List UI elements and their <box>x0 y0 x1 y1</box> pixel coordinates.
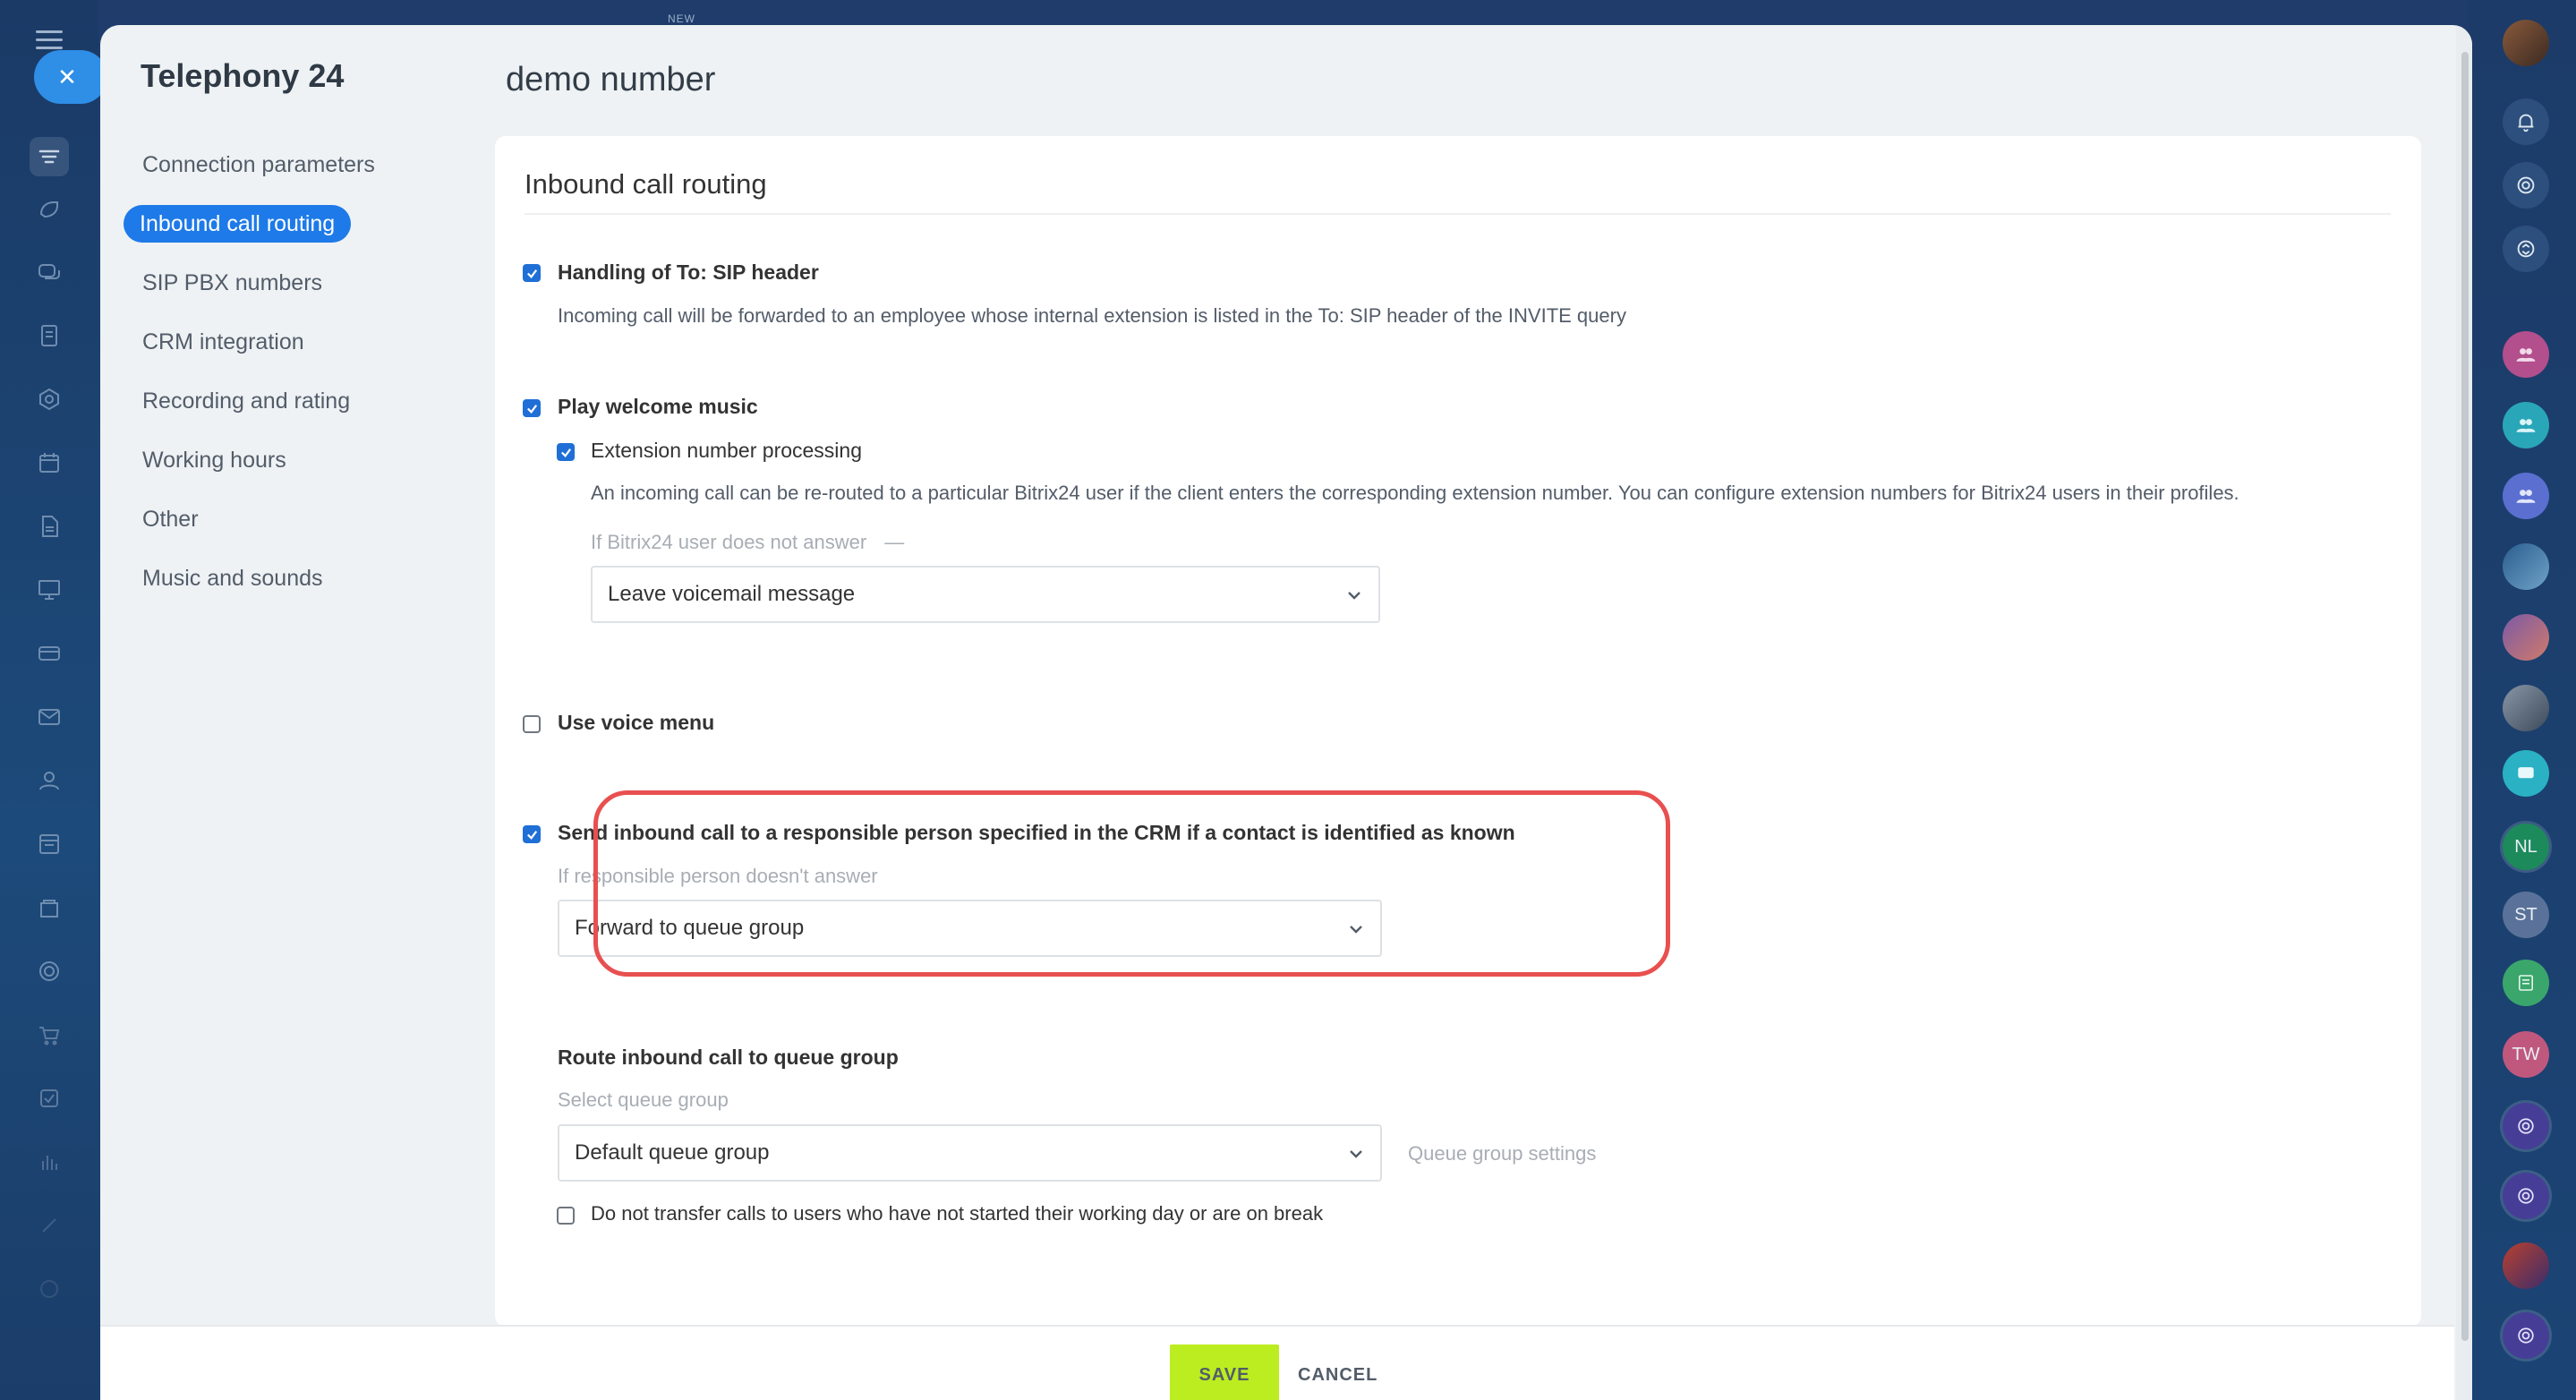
save-button[interactable]: SAVE <box>1170 1345 1279 1400</box>
left-navigation-rail: ✕ <box>0 0 107 1400</box>
menu-item-sip-pbx-numbers[interactable]: SIP PBX numbers <box>142 265 322 301</box>
channel-avatar[interactable] <box>2503 1103 2549 1149</box>
no-answer-dash: — <box>884 531 905 553</box>
welcome-music-label: Play welcome music <box>558 395 758 418</box>
photo-avatar[interactable] <box>2503 614 2549 661</box>
no-answer-select[interactable]: Leave voicemail message <box>591 566 1380 623</box>
card-divider <box>525 213 2391 215</box>
card-title: Inbound call routing <box>525 168 767 200</box>
analytics-icon[interactable] <box>30 1142 69 1182</box>
open-channels-icon[interactable] <box>2503 226 2549 272</box>
cart-icon[interactable] <box>30 1015 69 1054</box>
no-answer-select-value: Leave voicemail message <box>608 582 856 606</box>
menu-item-recording-and-rating[interactable]: Recording and rating <box>142 383 350 419</box>
queue-group-settings-link[interactable]: Queue group settings <box>1408 1142 1596 1165</box>
panel-title: Telephony 24 <box>141 57 345 94</box>
store-icon[interactable] <box>30 888 69 927</box>
close-slider-button[interactable]: ✕ <box>34 50 107 104</box>
new-tag: NEW <box>668 13 695 25</box>
chat-bubble-avatar[interactable] <box>2503 750 2549 797</box>
extension-processing-checkbox[interactable] <box>557 443 575 461</box>
chevron-down-icon <box>1350 1150 1362 1158</box>
queue-group-select[interactable]: Default queue group <box>558 1124 1382 1182</box>
sheet-avatar[interactable] <box>2503 960 2549 1006</box>
crm-responsible-checkbox[interactable] <box>523 825 541 843</box>
channel-avatar[interactable] <box>2503 1312 2549 1359</box>
sip-header-description: Incoming call will be forwarded to an em… <box>558 304 1626 327</box>
notifications-bell-icon[interactable] <box>2503 98 2549 145</box>
tasks-icon[interactable] <box>30 316 69 355</box>
footer-bar: SAVE CANCEL <box>100 1325 2454 1400</box>
menu-item-music-and-sounds[interactable]: Music and sounds <box>142 560 323 596</box>
queue-group-heading: Route inbound call to queue group <box>558 1046 899 1069</box>
menu-item-working-hours[interactable]: Working hours <box>142 442 286 478</box>
menu-item-other[interactable]: Other <box>142 501 199 537</box>
page-title: demo number <box>506 61 716 98</box>
menu-item-crm-integration[interactable]: CRM integration <box>142 324 304 360</box>
target-icon[interactable] <box>30 952 69 991</box>
checkbox-icon[interactable] <box>30 1079 69 1118</box>
annotation-highlight <box>593 790 1670 977</box>
skip-offline-users-checkbox[interactable] <box>557 1207 575 1225</box>
feed-icon[interactable] <box>30 190 69 229</box>
scrollbar[interactable] <box>2456 25 2472 1400</box>
chevron-down-icon <box>1348 592 1361 600</box>
photo-avatar[interactable] <box>2503 543 2549 590</box>
group-chat-avatar[interactable] <box>2503 402 2549 448</box>
crm-icon[interactable] <box>30 380 69 419</box>
telephony-icon[interactable] <box>2503 162 2549 209</box>
channel-avatar[interactable] <box>2503 1173 2549 1219</box>
telephony-settings-panel: Telephony 24 demo number Connection para… <box>100 25 2472 1400</box>
cancel-button[interactable]: CANCEL <box>1298 1345 1378 1400</box>
extension-processing-description: An incoming call can be re-routed to a p… <box>591 482 2239 504</box>
sip-header-checkbox[interactable] <box>523 264 541 282</box>
settings-icon[interactable] <box>30 1269 69 1309</box>
initials-avatar-st[interactable]: ST <box>2503 892 2549 938</box>
group-chat-avatar[interactable] <box>2503 331 2549 378</box>
skip-offline-users-label: Do not transfer calls to users who have … <box>591 1202 1324 1225</box>
presentation-icon[interactable] <box>30 570 69 610</box>
sites-icon[interactable] <box>30 824 69 864</box>
calendar-icon[interactable] <box>30 443 69 482</box>
settings-card: Inbound call routing Handling of To: SIP… <box>495 136 2421 1327</box>
menu-item-connection-parameters[interactable]: Connection parameters <box>142 147 375 183</box>
voice-menu-checkbox[interactable] <box>523 715 541 733</box>
initials-avatar-tw[interactable]: TW <box>2503 1031 2549 1078</box>
welcome-music-checkbox[interactable] <box>523 399 541 417</box>
voice-menu-label: Use voice menu <box>558 711 715 734</box>
group-chat-avatar[interactable] <box>2503 473 2549 519</box>
documents-icon[interactable] <box>30 507 69 546</box>
photo-avatar[interactable] <box>2503 685 2549 731</box>
queue-group-hint: Select queue group <box>558 1088 729 1111</box>
queue-group-select-value: Default queue group <box>575 1140 770 1165</box>
menu-burger-icon[interactable] <box>36 30 63 50</box>
employees-icon[interactable] <box>30 761 69 800</box>
chat-icon[interactable] <box>30 253 69 293</box>
photo-avatar[interactable] <box>2503 1242 2549 1289</box>
scrollbar-thumb[interactable] <box>2461 52 2469 1341</box>
mail-icon[interactable] <box>30 697 69 737</box>
menu-item-inbound-call-routing[interactable]: Inbound call routing <box>124 205 352 243</box>
filter-icon[interactable] <box>30 137 69 176</box>
no-answer-hint-text: If Bitrix24 user does not answer <box>591 531 867 553</box>
card-icon[interactable] <box>30 634 69 673</box>
extension-processing-label: Extension number processing <box>591 439 862 462</box>
pin-icon[interactable] <box>30 1206 69 1245</box>
no-answer-hint: If Bitrix24 user does not answer — <box>591 531 904 554</box>
initials-avatar-nl[interactable]: NL <box>2503 824 2549 870</box>
user-avatar[interactable] <box>2503 20 2549 66</box>
sip-header-label: Handling of To: SIP header <box>558 260 819 284</box>
